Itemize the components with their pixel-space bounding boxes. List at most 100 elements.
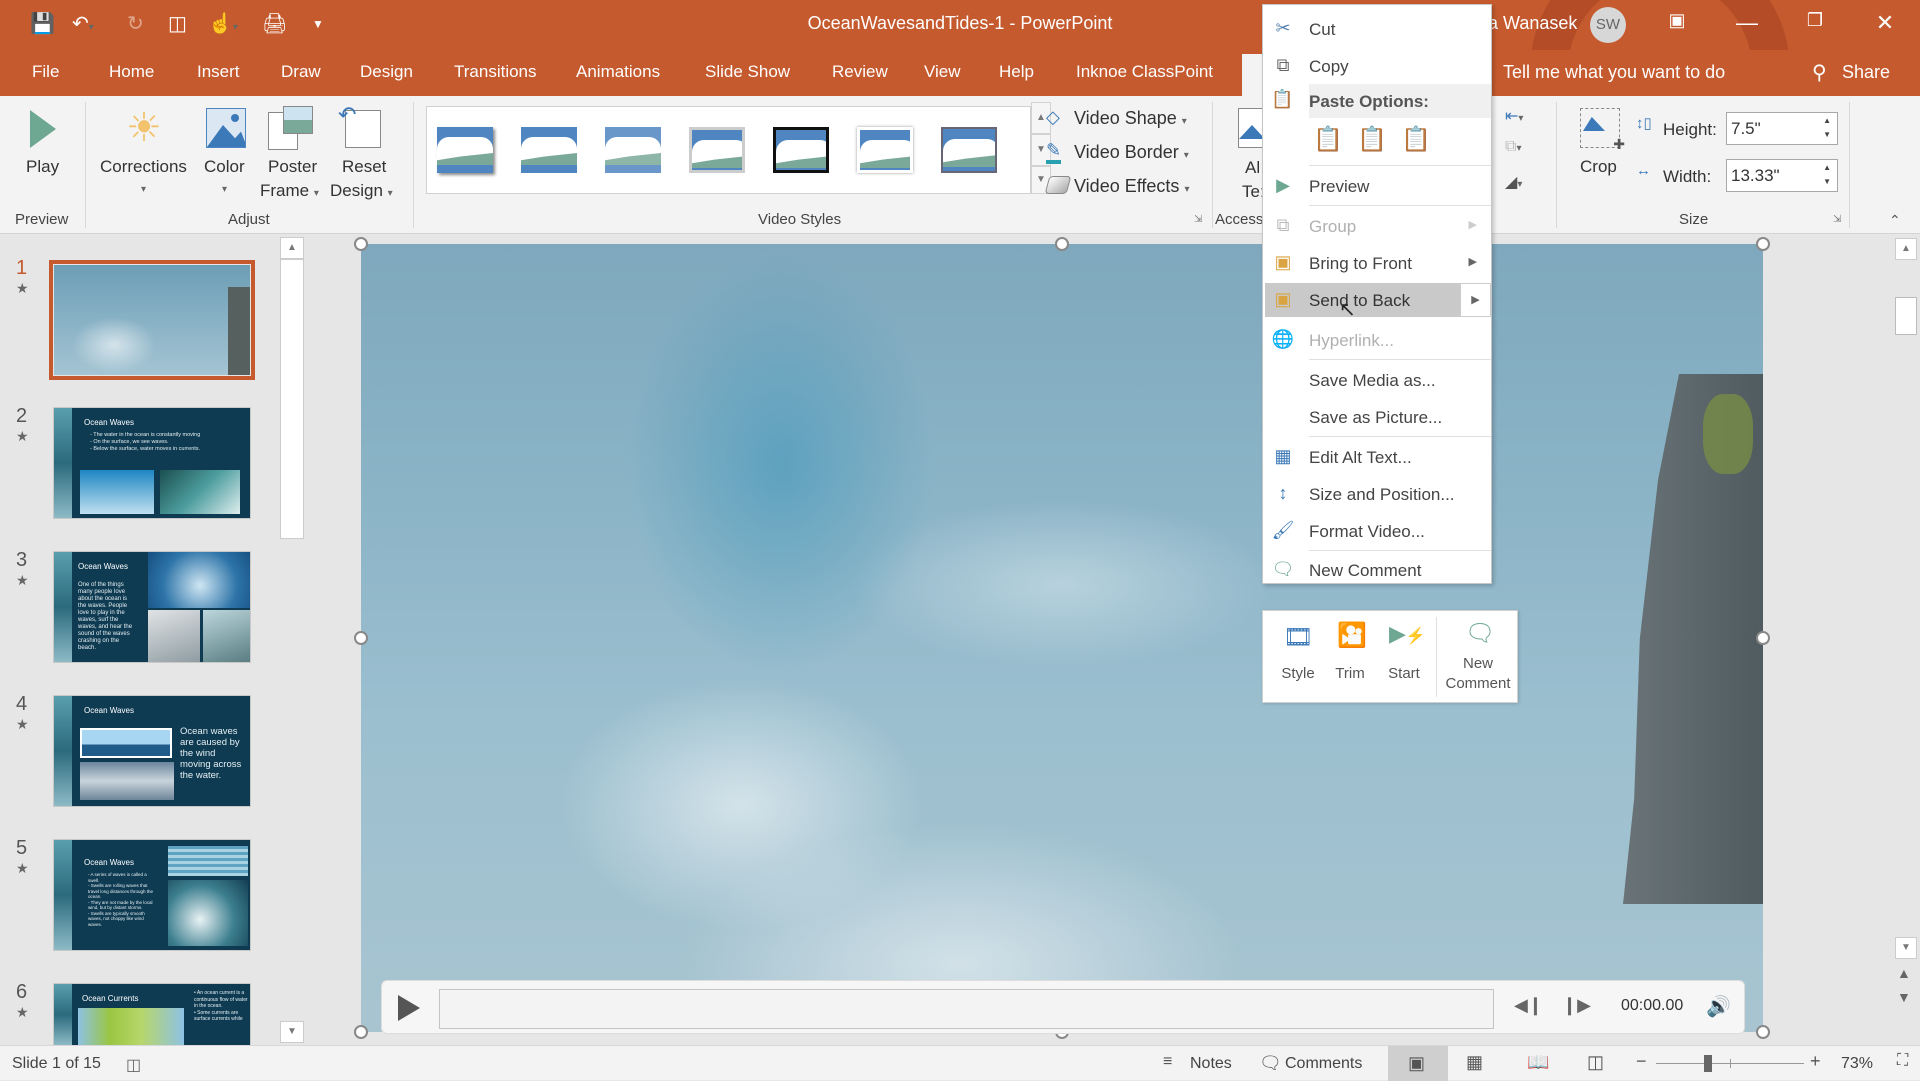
notes-icon[interactable]: ≡ xyxy=(1163,1053,1172,1071)
height-input[interactable]: 7.5" ▲ ▼ xyxy=(1726,112,1838,145)
menu-item-new-comment[interactable]: 🗨 New Comment xyxy=(1263,553,1491,587)
menu-item-save-media-as[interactable]: Save Media as... xyxy=(1263,363,1491,397)
comments-icon[interactable]: 🗨 xyxy=(1259,1053,1282,1074)
scroll-up-button[interactable]: ▲ xyxy=(280,237,304,259)
slide-thumbnail-5[interactable]: Ocean Waves - A series of waves is calle… xyxy=(53,839,251,951)
scroll-down-button[interactable]: ▼ xyxy=(280,1021,304,1043)
menu-item-save-as-picture[interactable]: Save as Picture... xyxy=(1263,400,1491,434)
zoom-out-button[interactable]: − xyxy=(1636,1051,1647,1072)
width-input[interactable]: 13.33" ▲ ▼ xyxy=(1726,159,1838,192)
close-icon[interactable]: ✕ xyxy=(1862,10,1908,36)
user-name[interactable]: a Wanasek xyxy=(1488,13,1577,34)
tab-inknoe-classpoint[interactable]: Inknoe ClassPoint xyxy=(1076,62,1213,82)
slide-show-icon[interactable]: ◫ xyxy=(1587,1052,1604,1073)
tab-animations[interactable]: Animations xyxy=(576,62,660,82)
submenu-arrow-icon[interactable]: ▶ xyxy=(1460,283,1491,317)
height-spin-up[interactable]: ▲ xyxy=(1823,116,1831,125)
next-slide-icon[interactable]: ▼ xyxy=(1897,989,1911,1005)
width-spin-up[interactable]: ▲ xyxy=(1823,163,1831,172)
tab-video-format-active[interactable] xyxy=(1242,54,1262,96)
mini-new-comment-button[interactable]: 🗨 New Comment xyxy=(1439,611,1517,704)
comments-button[interactable]: Comments xyxy=(1285,1055,1362,1073)
spell-check-icon[interactable]: ◫ xyxy=(126,1055,141,1075)
video-style-option[interactable] xyxy=(437,127,493,173)
slide-scrollbar[interactable]: ▲ ▼ ▲ ▼ xyxy=(1893,235,1920,1045)
previous-slide-icon[interactable]: ▲ xyxy=(1897,965,1911,981)
minimize-icon[interactable]: — xyxy=(1724,10,1770,36)
rotate-icon[interactable]: ◢▾ xyxy=(1505,172,1522,192)
share-button[interactable]: Share xyxy=(1842,62,1890,83)
mini-trim-button[interactable]: 🎦 Trim xyxy=(1325,611,1375,704)
volume-icon[interactable]: 🔊 xyxy=(1706,994,1731,1019)
video-style-option[interactable] xyxy=(689,127,745,173)
video-style-option[interactable] xyxy=(773,127,829,173)
zoom-slider-thumb[interactable] xyxy=(1703,1055,1712,1072)
tab-file[interactable]: File xyxy=(32,62,59,82)
resize-handle-top[interactable] xyxy=(1055,237,1069,251)
resize-handle-right[interactable] xyxy=(1756,631,1770,645)
video-play-button[interactable] xyxy=(398,995,420,1021)
dialog-launcher-icon[interactable]: ⇲ xyxy=(1194,214,1202,225)
tab-insert[interactable]: Insert xyxy=(197,62,240,82)
mini-style-button[interactable]: 🎞 Style xyxy=(1273,611,1323,704)
menu-item-edit-alt-text[interactable]: ▦ Edit Alt Text... xyxy=(1263,440,1491,474)
resize-handle-bottom-left[interactable] xyxy=(354,1025,368,1039)
slide-thumbnail-3[interactable]: Ocean Waves One of the things many peopl… xyxy=(53,551,251,663)
collapse-ribbon-icon[interactable]: ⌃ xyxy=(1889,212,1901,229)
video-object[interactable] xyxy=(361,244,1763,1032)
step-back-icon[interactable]: ◀❙ xyxy=(1514,995,1543,1016)
scroll-down-button[interactable]: ▼ xyxy=(1895,937,1917,959)
menu-item-format-video[interactable]: 🖌 Format Video... xyxy=(1263,514,1491,548)
video-style-option[interactable] xyxy=(521,127,577,173)
menu-item-send-to-back[interactable]: ▣ Send to Back xyxy=(1265,283,1460,317)
resize-handle-top-left[interactable] xyxy=(354,237,368,251)
paste-keep-source-formatting-icon[interactable]: 📋 xyxy=(1357,125,1387,154)
tab-home[interactable]: Home xyxy=(109,62,154,82)
align-icon[interactable]: ⇤▾ xyxy=(1505,106,1523,126)
slide-thumbnail-6[interactable]: Ocean Currents • An ocean current is a c… xyxy=(53,983,251,1045)
group-objects-icon[interactable]: ⧉▾ xyxy=(1505,138,1521,156)
menu-item-group[interactable]: ⧉ Group ▶ xyxy=(1263,209,1491,243)
zoom-slider[interactable] xyxy=(1656,1055,1804,1072)
share-icon[interactable]: ⚲ xyxy=(1812,60,1827,85)
slide-thumbnail-2[interactable]: Ocean Waves - The water in the ocean is … xyxy=(53,407,251,519)
menu-item-bring-to-front[interactable]: ▣ Bring to Front ▶ xyxy=(1263,246,1491,280)
resize-handle-bottom-right[interactable] xyxy=(1756,1025,1770,1039)
video-style-option[interactable] xyxy=(605,127,661,173)
normal-view-button[interactable]: ▣ xyxy=(1388,1046,1448,1081)
slide-thumbnail-1-selected[interactable] xyxy=(49,260,255,380)
tab-slide-show[interactable]: Slide Show xyxy=(705,62,790,82)
reading-view-icon[interactable]: 📖 xyxy=(1527,1052,1549,1073)
scroll-up-button[interactable]: ▲ xyxy=(1895,238,1917,260)
menu-item-cut[interactable]: ✂ Cut xyxy=(1263,12,1491,46)
ribbon-display-options-icon[interactable]: ▣ xyxy=(1654,10,1700,31)
avatar[interactable]: SW xyxy=(1590,7,1626,43)
restore-icon[interactable]: ❐ xyxy=(1792,10,1838,31)
zoom-in-button[interactable]: + xyxy=(1810,1051,1821,1072)
video-style-option[interactable] xyxy=(857,127,913,173)
height-spin-down[interactable]: ▼ xyxy=(1823,130,1831,139)
thumbnails-scrollbar[interactable]: ▲ ▼ xyxy=(280,235,304,1045)
scroll-thumb[interactable] xyxy=(1895,297,1917,335)
mini-start-button[interactable]: ▶⚡ Start xyxy=(1377,611,1431,704)
scroll-thumb[interactable] xyxy=(280,259,304,539)
width-spin-down[interactable]: ▼ xyxy=(1823,177,1831,186)
tab-help[interactable]: Help xyxy=(999,62,1034,82)
tab-review[interactable]: Review xyxy=(832,62,888,82)
paste-keep-text-only-icon[interactable]: 📋 xyxy=(1401,125,1431,154)
resize-handle-left[interactable] xyxy=(354,631,368,645)
resize-handle-top-right[interactable] xyxy=(1756,237,1770,251)
tell-me-search[interactable]: Tell me what you want to do xyxy=(1503,62,1725,83)
slide-sorter-icon[interactable]: ▦ xyxy=(1466,1052,1483,1073)
step-forward-icon[interactable]: ❙▶ xyxy=(1562,995,1591,1016)
video-style-option[interactable] xyxy=(941,127,997,173)
tab-view[interactable]: View xyxy=(924,62,961,82)
notes-button[interactable]: Notes xyxy=(1190,1055,1232,1073)
zoom-level[interactable]: 73% xyxy=(1841,1055,1873,1073)
menu-item-copy[interactable]: ⧉ Copy xyxy=(1263,49,1491,83)
video-progress-bar[interactable] xyxy=(439,989,1494,1029)
tab-transitions[interactable]: Transitions xyxy=(454,62,537,82)
tab-design[interactable]: Design xyxy=(360,62,413,82)
dialog-launcher-icon[interactable]: ⇲ xyxy=(1833,214,1841,225)
tab-draw[interactable]: Draw xyxy=(281,62,321,82)
